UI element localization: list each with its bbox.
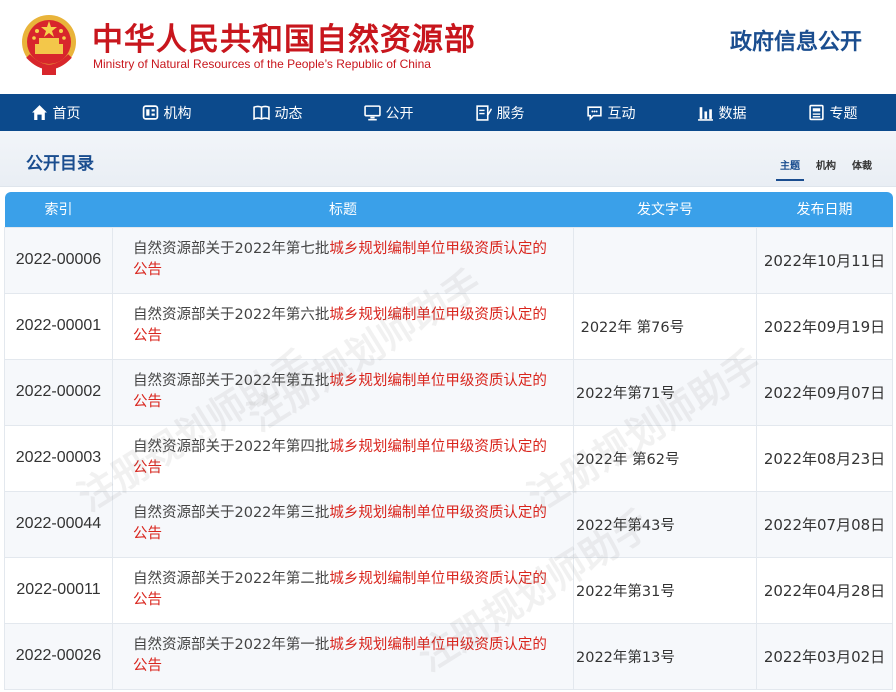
table-row[interactable]: 2022-00002 自然资源部关于2022年第五批城乡规划编制单位甲级资质认定的… (4, 358, 893, 426)
cell-index: 2022-00002 (4, 358, 113, 426)
cell-docno: 2022年第71号 (573, 358, 757, 426)
document-table: 索引 标题 发文字号 发布日期 2022-00006 自然资源部关于2022年第七… (4, 192, 893, 690)
tab-topic[interactable]: 主题 (772, 155, 808, 181)
title-text: 自然资源部关于2022年第二批 (133, 571, 330, 587)
edit-icon (475, 105, 492, 121)
cell-docno: 2022年 第76号 (573, 292, 757, 360)
topic-icon (808, 104, 824, 121)
cell-date: 2022年09月07日 (756, 358, 893, 426)
nav-item-public[interactable]: 公开 (333, 94, 444, 131)
title-text: 自然资源部关于2022年第六批 (133, 307, 330, 323)
cell-date: 2022年04月28日 (756, 556, 893, 624)
tab-org[interactable]: 机构 (808, 155, 844, 174)
cell-docno: 2022年第13号 (573, 622, 757, 690)
cell-index: 2022-00003 (4, 424, 113, 492)
nav-item-label: 服务 (496, 105, 525, 122)
nav-item-service[interactable]: 服务 (444, 94, 555, 131)
cell-docno (573, 226, 757, 294)
cell-title-link[interactable]: 自然资源部关于2022年第一批城乡规划编制单位甲级资质认定的公告 (112, 622, 574, 690)
cell-index: 2022-00006 (4, 226, 113, 294)
nav-item-label: 首页 (52, 105, 81, 122)
gov-info-link[interactable]: 政府信息公开 (730, 24, 862, 56)
home-icon (31, 105, 47, 120)
cell-date: 2022年09月19日 (756, 292, 893, 360)
main-nav: 首页 机构 动态 公开 服务 互动 数据 专题 (0, 94, 896, 131)
bar-chart-icon (697, 107, 713, 121)
cell-index: 2022-00001 (4, 292, 113, 360)
cell-docno: 2022年第31号 (573, 556, 757, 624)
nav-item-interact[interactable]: 互动 (555, 94, 666, 131)
book-icon (252, 105, 270, 121)
cell-date: 2022年10月11日 (756, 226, 893, 294)
site-subtitle: Ministry of Natural Resources of the Peo… (93, 57, 431, 71)
national-emblem-icon (22, 15, 76, 75)
nav-item-label: 动态 (274, 105, 303, 122)
table-row[interactable]: 2022-00011 自然资源部关于2022年第二批城乡规划编制单位甲级资质认定的… (4, 556, 893, 624)
site-header: 中华人民共和国自然资源部 Ministry of Natural Resourc… (0, 0, 896, 94)
table-row[interactable]: 2022-00026 自然资源部关于2022年第一批城乡规划编制单位甲级资质认定的… (4, 622, 893, 690)
nav-item-data[interactable]: 数据 (666, 94, 777, 131)
nav-item-label: 专题 (829, 105, 858, 122)
cell-title-link[interactable]: 自然资源部关于2022年第二批城乡规划编制单位甲级资质认定的公告 (112, 556, 574, 624)
nav-item-news[interactable]: 动态 (222, 94, 333, 131)
title-text: 自然资源部关于2022年第四批 (133, 439, 330, 455)
title-text: 自然资源部关于2022年第一批 (133, 637, 330, 653)
cell-title-link[interactable]: 自然资源部关于2022年第六批城乡规划编制单位甲级资质认定的公告 (112, 292, 574, 360)
cell-docno: 2022年第43号 (573, 490, 757, 558)
section-title: 公开目录 (26, 154, 94, 174)
nav-item-topic[interactable]: 专题 (777, 94, 888, 131)
cell-index: 2022-00011 (4, 556, 113, 624)
table-row[interactable]: 2022-00044 自然资源部关于2022年第三批城乡规划编制单位甲级资质认定的… (4, 490, 893, 558)
nav-item-label: 机构 (163, 105, 192, 122)
cell-index: 2022-00044 (4, 490, 113, 558)
cell-title-link[interactable]: 自然资源部关于2022年第七批城乡规划编制单位甲级资质认定的公告 (112, 226, 574, 294)
cell-index: 2022-00026 (4, 622, 113, 690)
cell-title-link[interactable]: 自然资源部关于2022年第四批城乡规划编制单位甲级资质认定的公告 (112, 424, 574, 492)
nav-item-org[interactable]: 机构 (111, 94, 222, 131)
section-bar: 公开目录 主题 机构 体裁 (0, 131, 896, 187)
title-text: 自然资源部关于2022年第五批 (133, 373, 330, 389)
nav-item-label: 互动 (607, 105, 636, 122)
cell-date: 2022年07月08日 (756, 490, 893, 558)
chat-icon (586, 106, 602, 121)
header-docno: 发文字号 (573, 192, 757, 227)
cell-title-link[interactable]: 自然资源部关于2022年第五批城乡规划编制单位甲级资质认定的公告 (112, 358, 574, 426)
table-row[interactable]: 2022-00006 自然资源部关于2022年第七批城乡规划编制单位甲级资质认定的… (4, 226, 893, 294)
header-index: 索引 (4, 192, 113, 227)
monitor-icon (363, 105, 381, 121)
cell-date: 2022年03月02日 (756, 622, 893, 690)
site-title: 中华人民共和国自然资源部 (92, 22, 476, 58)
nav-item-label: 公开 (385, 105, 414, 122)
nav-item-label: 数据 (718, 105, 747, 122)
cell-docno: 2022年 第62号 (573, 424, 757, 492)
org-icon (142, 105, 158, 120)
category-tabs: 主题 机构 体裁 (772, 155, 880, 181)
nav-item-home[interactable]: 首页 (0, 94, 111, 131)
title-text: 自然资源部关于2022年第七批 (133, 241, 330, 257)
tab-genre[interactable]: 体裁 (844, 155, 880, 174)
table-header-row: 索引 标题 发文字号 发布日期 (4, 192, 893, 227)
cell-date: 2022年08月23日 (756, 424, 893, 492)
title-text: 自然资源部关于2022年第三批 (133, 505, 330, 521)
cell-title-link[interactable]: 自然资源部关于2022年第三批城乡规划编制单位甲级资质认定的公告 (112, 490, 574, 558)
table-row[interactable]: 2022-00001 自然资源部关于2022年第六批城乡规划编制单位甲级资质认定的… (4, 292, 893, 360)
header-title: 标题 (112, 192, 574, 227)
table-row[interactable]: 2022-00003 自然资源部关于2022年第四批城乡规划编制单位甲级资质认定的… (4, 424, 893, 492)
header-date: 发布日期 (756, 192, 893, 227)
